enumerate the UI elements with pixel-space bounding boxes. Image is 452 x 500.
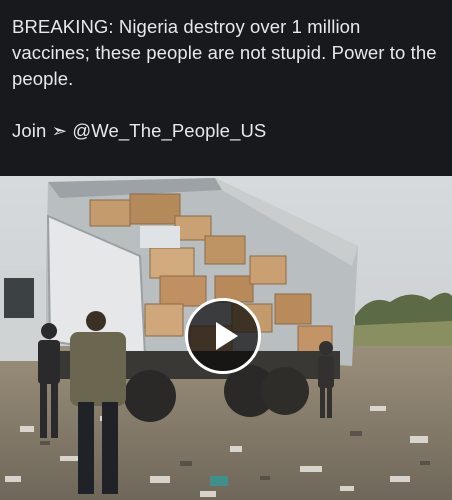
join-handle-text[interactable]: Join ➣ @We_The_People_US: [12, 118, 442, 144]
post: BREAKING: Nigeria destroy over 1 million…: [0, 0, 452, 500]
play-button[interactable]: [185, 298, 261, 374]
post-body-text: BREAKING: Nigeria destroy over 1 million…: [12, 16, 437, 89]
play-icon: [216, 322, 238, 350]
post-caption: BREAKING: Nigeria destroy over 1 million…: [12, 14, 442, 144]
